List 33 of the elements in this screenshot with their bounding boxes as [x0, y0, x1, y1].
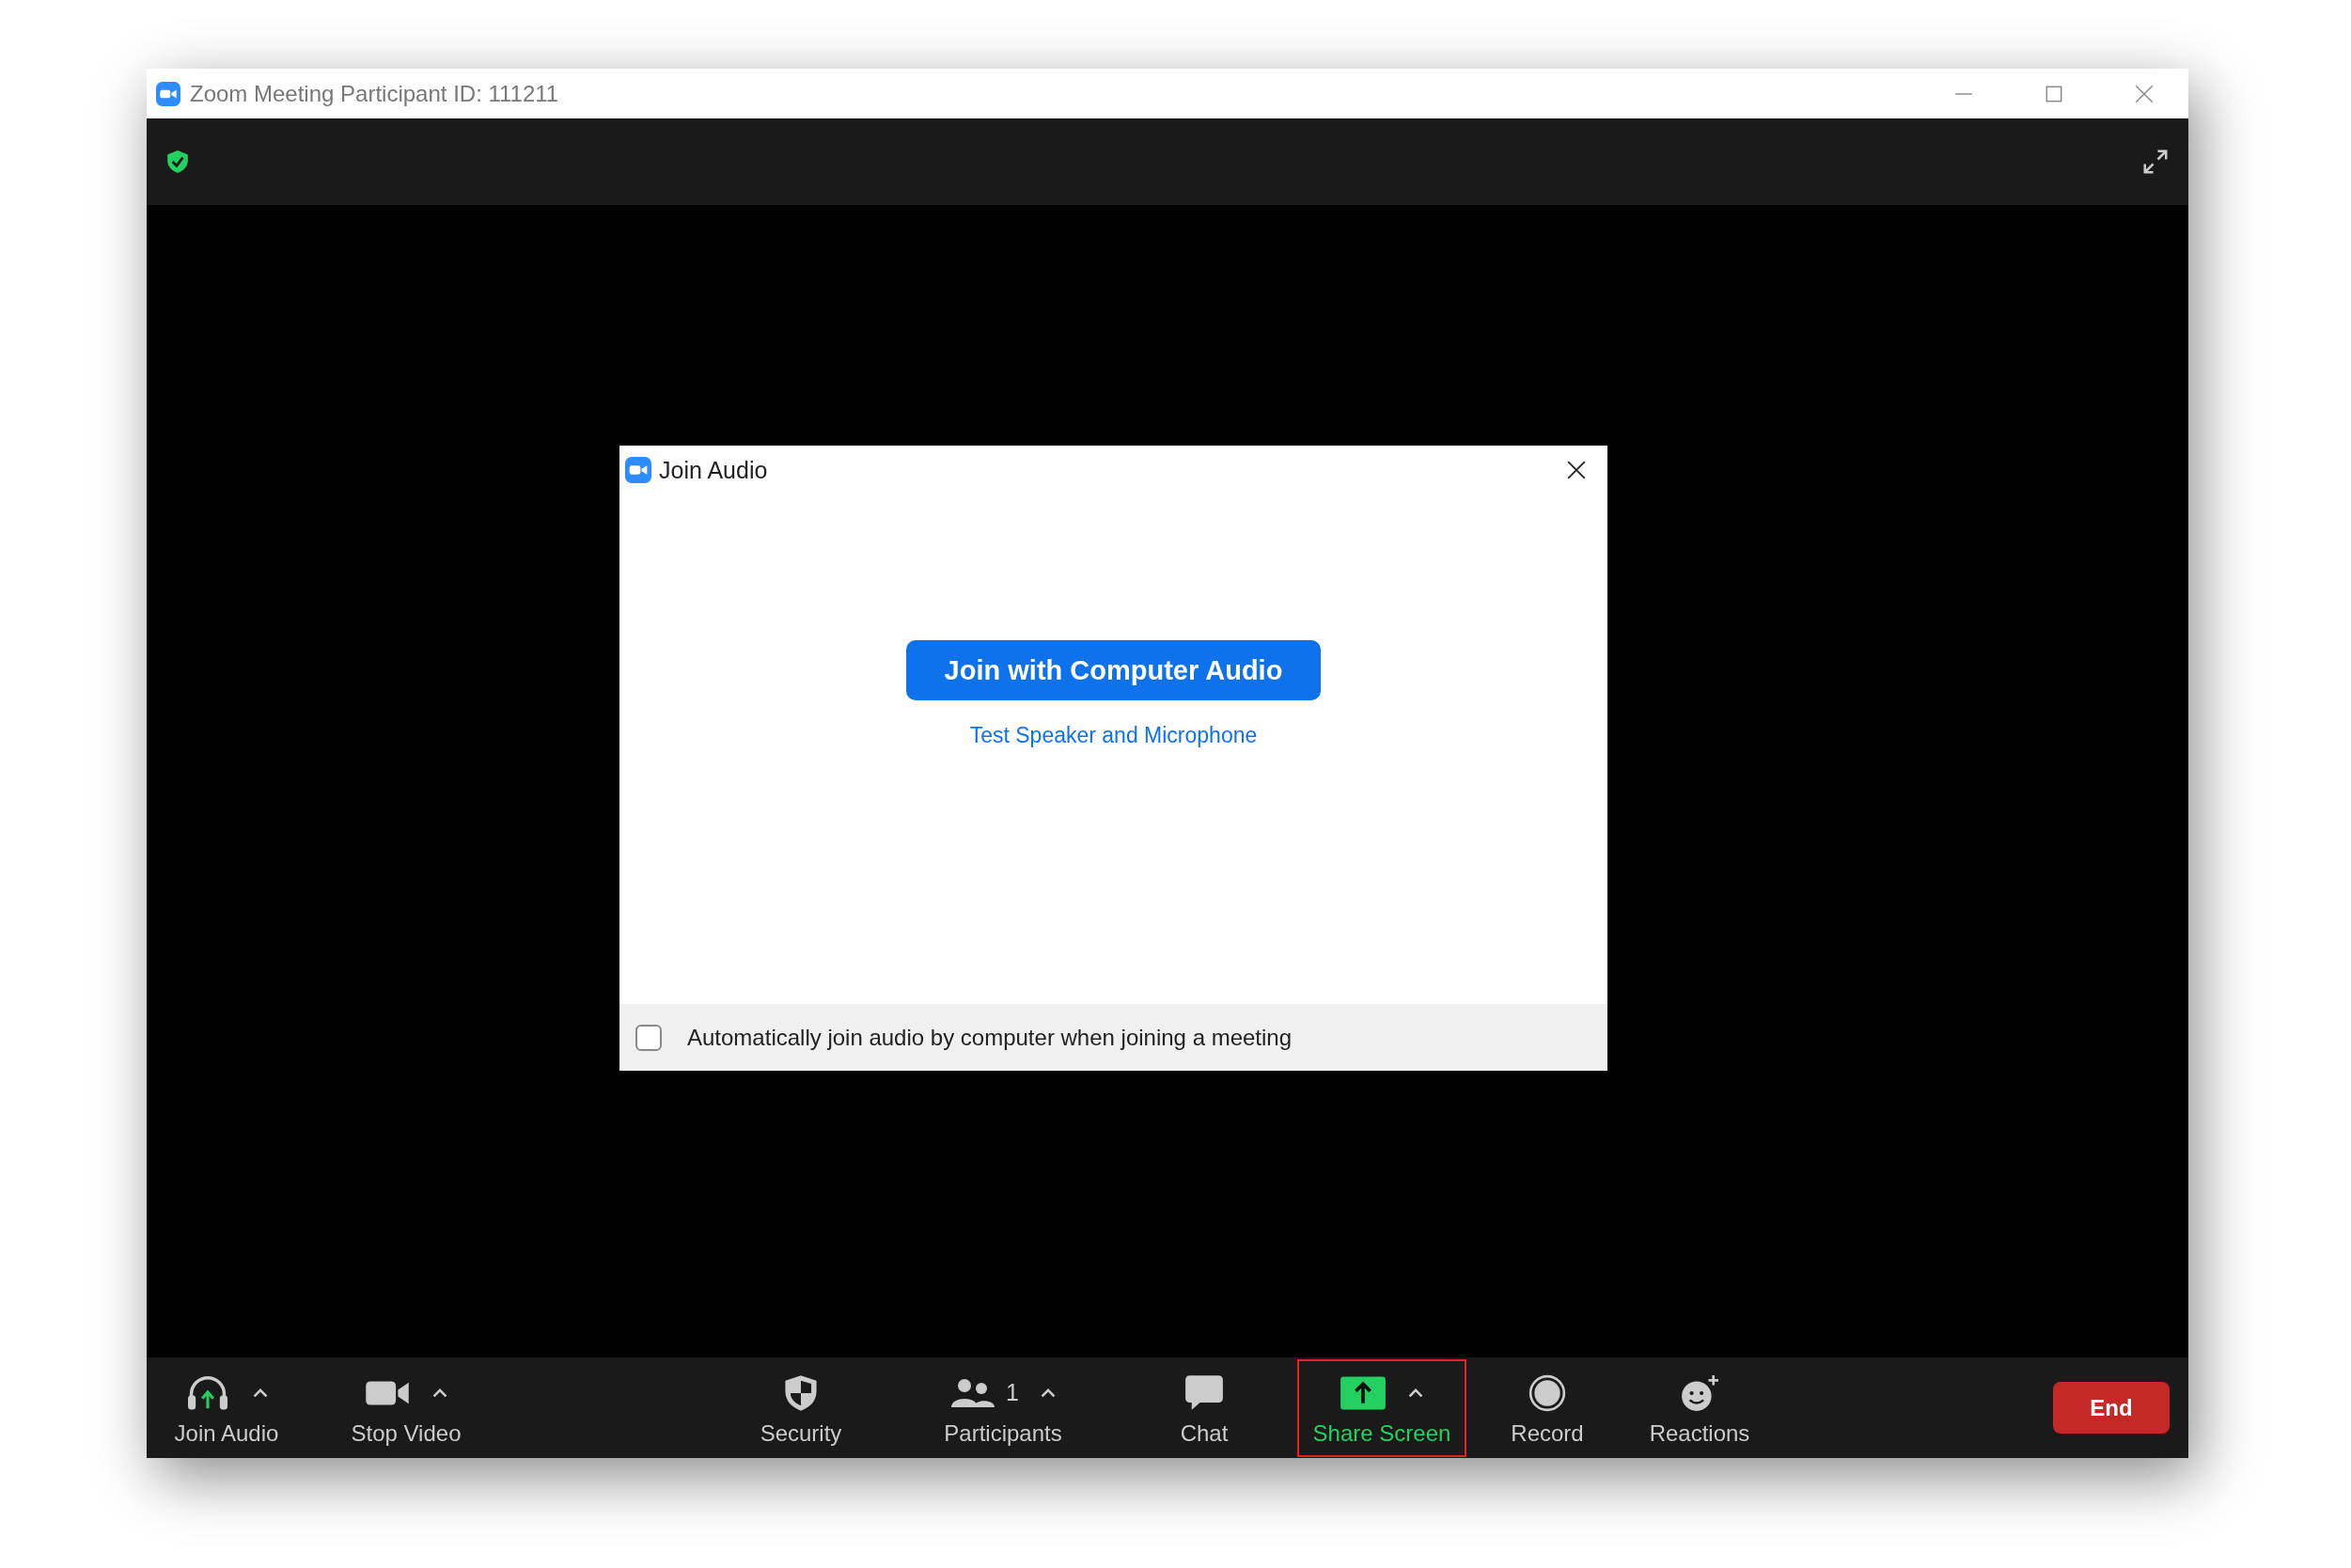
caret-icon[interactable] [1039, 1387, 1057, 1399]
test-speaker-link[interactable]: Test Speaker and Microphone [969, 723, 1258, 748]
toolbar-button[interactable]: Security [707, 1358, 895, 1457]
toolbar-button[interactable]: 1 Participants [895, 1358, 1111, 1457]
dialog-title: Join Audio [659, 456, 768, 484]
join-computer-audio-button[interactable]: Join with Computer Audio [906, 640, 1321, 700]
toolbar-label: Stop Video [351, 1419, 462, 1447]
end-button[interactable]: End [2053, 1382, 2170, 1434]
toolbar-label: Record [1511, 1419, 1584, 1447]
checkbox[interactable] [635, 1024, 662, 1051]
camera-icon [625, 457, 651, 483]
caret-icon[interactable] [431, 1387, 448, 1399]
close-icon[interactable] [1566, 460, 1587, 480]
toolbar-button[interactable]: Chat [1111, 1358, 1297, 1457]
participant-count: 1 [1006, 1379, 1019, 1406]
caret-icon[interactable] [252, 1387, 269, 1399]
checkbox-label[interactable]: Automatically join audio by computer when joining a meeting [687, 1024, 1293, 1051]
camera-icon [156, 81, 180, 106]
toolbar-label: Participants [944, 1419, 1062, 1447]
window-title: Zoom Meeting Participant ID: 111211 [190, 80, 559, 107]
toolbar-button[interactable]: Reactions [1628, 1358, 1771, 1457]
shield-check-icon[interactable] [165, 149, 190, 175]
toolbar-button[interactable]: Stop Video [326, 1358, 486, 1457]
caret-icon[interactable] [1407, 1387, 1424, 1399]
fullscreen-icon[interactable] [2141, 148, 2170, 176]
toolbar-label: Share Screen [1312, 1419, 1451, 1447]
toolbar-button[interactable]: Join Audio [147, 1358, 306, 1457]
toolbar-label: Join Audio [174, 1419, 279, 1447]
toolbar-label: Security [760, 1419, 842, 1447]
toolbar-button[interactable]: Share Screen [1297, 1358, 1466, 1457]
toolbar-label: Chat [1180, 1419, 1229, 1447]
toolbar-button[interactable]: Record [1466, 1358, 1628, 1457]
toolbar-label: Reactions [1649, 1419, 1750, 1447]
